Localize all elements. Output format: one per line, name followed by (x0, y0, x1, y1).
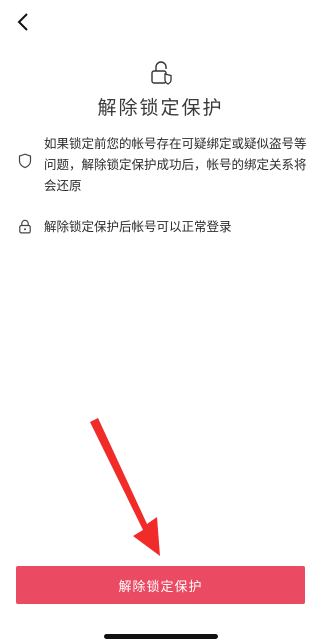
page-title: 解除锁定保护 (97, 97, 224, 119)
info-item-binding: 如果锁定前您的帐号存在可疑绑定或疑似盗号等问题，解除锁定保护成功后，帐号的绑定关… (18, 133, 307, 196)
home-indicator (104, 634, 218, 639)
shield-icon (18, 153, 34, 173)
back-button[interactable] (8, 4, 38, 40)
chevron-left-icon (17, 13, 28, 31)
info-text: 解除锁定保护后帐号可以正常登录 (44, 219, 232, 234)
lock-icon (18, 219, 34, 238)
lock-shield-icon (151, 61, 172, 85)
info-item-login: 解除锁定保护后帐号可以正常登录 (18, 216, 307, 238)
info-text: 如果锁定前您的帐号存在可疑绑定或疑似盗号等问题，解除锁定保护成功后，帐号的绑定关… (44, 136, 307, 193)
unlock-protection-button[interactable]: 解除锁定保护 (16, 566, 305, 604)
